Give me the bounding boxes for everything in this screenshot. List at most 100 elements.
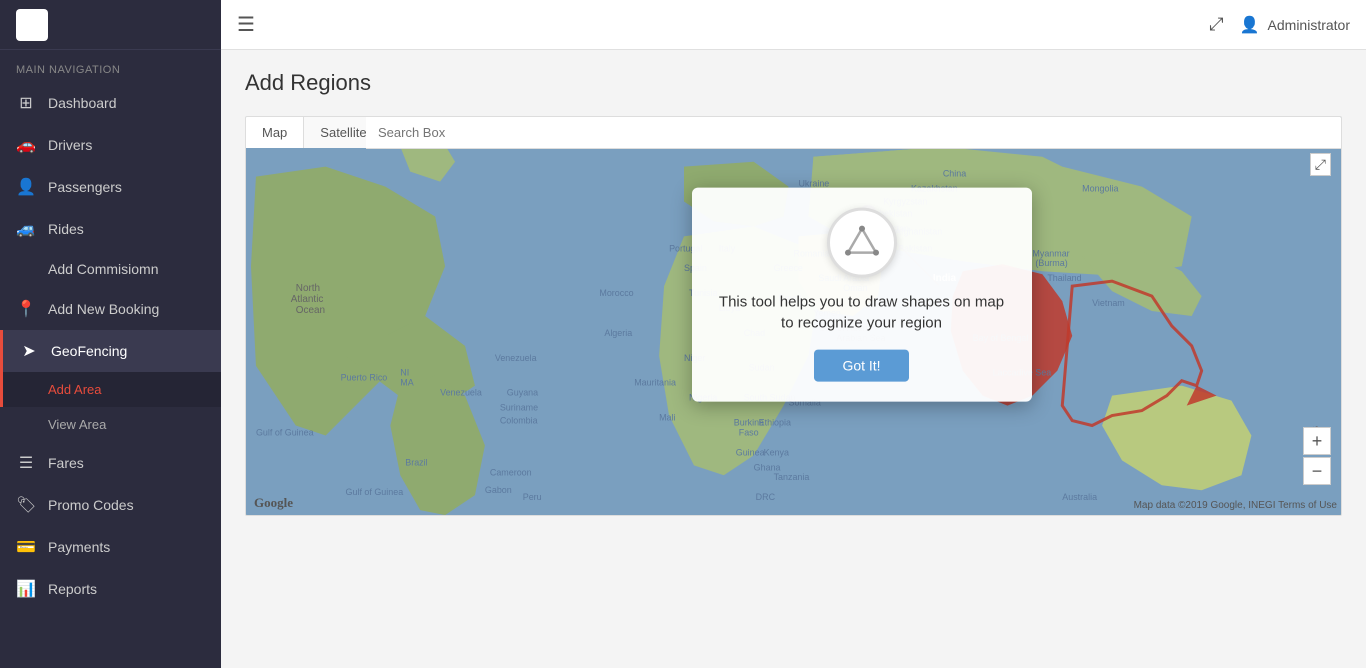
passengers-icon: 👤 (16, 177, 36, 197)
sidebar: Main Navigation ⊞ Dashboard 🚗 Drivers 👤 … (0, 0, 221, 668)
page-content: Add Regions Map Satellite (221, 50, 1366, 668)
sidebar-item-label: Rides (48, 221, 84, 237)
svg-text:Peru: Peru (523, 492, 542, 502)
geofencing-icon: ➤ (19, 341, 39, 361)
page-title: Add Regions (245, 70, 1342, 96)
sidebar-item-drivers[interactable]: 🚗 Drivers (0, 124, 221, 166)
svg-text:Mongolia: Mongolia (1082, 184, 1118, 194)
sidebar-item-label: Add New Booking (48, 301, 159, 317)
svg-text:Atlantic: Atlantic (291, 294, 324, 305)
map-container[interactable]: Map Satellite (245, 116, 1342, 516)
sidebar-item-reports[interactable]: 📊 Reports (0, 568, 221, 610)
sidebar-subitem-add-area[interactable]: Add Area (0, 372, 221, 407)
sidebar-item-label: Drivers (48, 137, 92, 153)
admin-icon: 👤 (1240, 15, 1260, 35)
svg-text:China: China (943, 169, 966, 179)
sidebar-item-label: Reports (48, 581, 97, 597)
admin-label: Administrator (1268, 17, 1350, 33)
svg-text:Guyana: Guyana (507, 388, 538, 398)
svg-text:Gabon: Gabon (485, 485, 512, 495)
svg-text:Guinea: Guinea (736, 447, 765, 457)
svg-text:(Burma): (Burma) (1035, 258, 1067, 268)
expand-button[interactable]: ⤢ (1209, 14, 1223, 35)
nav-section-title: Main Navigation (0, 50, 221, 82)
svg-text:Cameroon: Cameroon (490, 467, 532, 477)
fullscreen-button[interactable]: ⤢ (1310, 153, 1331, 176)
sidebar-item-payments[interactable]: 💳 Payments (0, 526, 221, 568)
promo-icon: 🏷 (16, 495, 36, 515)
add-area-label: Add Area (48, 382, 102, 397)
svg-text:Venezuela: Venezuela (440, 388, 482, 398)
sidebar-item-dashboard[interactable]: ⊞ Dashboard (0, 82, 221, 124)
sidebar-item-add-commission[interactable]: Add Commisiomn (0, 250, 221, 288)
hamburger-button[interactable]: ☰ (237, 12, 255, 37)
map-tooltip: This tool helps you to draw shapes on ma… (692, 188, 1032, 402)
map-search-input[interactable] (366, 117, 1341, 149)
view-area-label: View Area (48, 417, 106, 432)
svg-text:Kenya: Kenya (764, 447, 789, 457)
svg-text:Tanzania: Tanzania (774, 472, 810, 482)
svg-text:Algeria: Algeria (604, 328, 632, 338)
svg-text:Ocean: Ocean (296, 305, 325, 316)
svg-text:North: North (296, 283, 320, 294)
sidebar-item-passengers[interactable]: 👤 Passengers (0, 166, 221, 208)
svg-text:Myanmar: Myanmar (1032, 248, 1069, 258)
topbar: ☰ ⤢ 👤 Administrator (221, 0, 1366, 50)
zoom-out-button[interactable]: − (1303, 457, 1331, 485)
zoom-in-button[interactable]: + (1303, 427, 1331, 455)
sidebar-item-label: Promo Codes (48, 497, 134, 513)
sidebar-item-label: Add Commisiomn (48, 261, 158, 277)
svg-text:Vietnam: Vietnam (1092, 298, 1125, 308)
tooltip-text: This tool helps you to draw shapes on ma… (716, 292, 1008, 334)
dashboard-icon: ⊞ (16, 93, 36, 113)
svg-text:Australia: Australia (1062, 492, 1097, 502)
svg-text:Ethiopia: Ethiopia (759, 418, 791, 428)
sidebar-subitem-view-area[interactable]: View Area (0, 407, 221, 442)
sidebar-item-add-new-booking[interactable]: 📍 Add New Booking (0, 288, 221, 330)
svg-text:Mauritania: Mauritania (634, 378, 676, 388)
google-watermark: Google (254, 495, 293, 511)
brand-logo (16, 9, 48, 41)
svg-text:NI: NI (400, 368, 409, 378)
svg-text:Gulf of Guinea: Gulf of Guinea (346, 487, 404, 497)
drivers-icon: 🚗 (16, 135, 36, 155)
reports-icon: 📊 (16, 579, 36, 599)
svg-text:Ghana: Ghana (754, 462, 781, 472)
sidebar-item-fares[interactable]: ☰ Fares (0, 442, 221, 484)
svg-text:Colombia: Colombia (500, 416, 538, 426)
sidebar-item-label: GeoFencing (51, 343, 127, 359)
sidebar-item-label: Passengers (48, 179, 122, 195)
svg-text:Gulf of Guinea: Gulf of Guinea (256, 427, 314, 437)
booking-icon: 📍 (16, 299, 36, 319)
svg-text:MA: MA (400, 378, 413, 388)
svg-text:Mali: Mali (659, 413, 675, 423)
tab-map[interactable]: Map (246, 117, 304, 148)
rides-icon: 🚙 (16, 219, 36, 239)
sidebar-item-rides[interactable]: 🚙 Rides (0, 208, 221, 250)
svg-text:DRC: DRC (756, 492, 776, 502)
fares-icon: ☰ (16, 453, 36, 473)
sidebar-item-geofencing[interactable]: ➤ GeoFencing (0, 330, 221, 372)
sidebar-item-label: Payments (48, 539, 110, 555)
svg-text:Suriname: Suriname (500, 403, 538, 413)
main-content-area: ☰ ⤢ 👤 Administrator Add Regions Map Sate… (221, 0, 1366, 668)
sidebar-item-label: Dashboard (48, 95, 117, 111)
draw-shape-icon (844, 225, 880, 261)
brand-logo-area (0, 0, 221, 50)
svg-text:Faso: Faso (739, 427, 759, 437)
admin-info: 👤 Administrator (1240, 15, 1350, 35)
map-terms: Map data ©2019 Google, INEGI Terms of Us… (1134, 500, 1337, 511)
svg-text:Brazil: Brazil (405, 457, 427, 467)
map-zoom-controls: + − (1303, 427, 1331, 485)
tooltip-icon (827, 208, 897, 278)
payments-icon: 💳 (16, 537, 36, 557)
svg-text:Morocco: Morocco (599, 288, 633, 298)
map-search-area (366, 117, 1341, 149)
svg-text:Venezuela: Venezuela (495, 353, 537, 363)
svg-text:Puerto Rico: Puerto Rico (341, 373, 388, 383)
sidebar-item-promo-codes[interactable]: 🏷 Promo Codes (0, 484, 221, 526)
svg-text:Thailand: Thailand (1047, 273, 1081, 283)
sidebar-item-label: Fares (48, 455, 84, 471)
got-it-button[interactable]: Got It! (814, 350, 908, 382)
map-tabs: Map Satellite (246, 117, 384, 148)
